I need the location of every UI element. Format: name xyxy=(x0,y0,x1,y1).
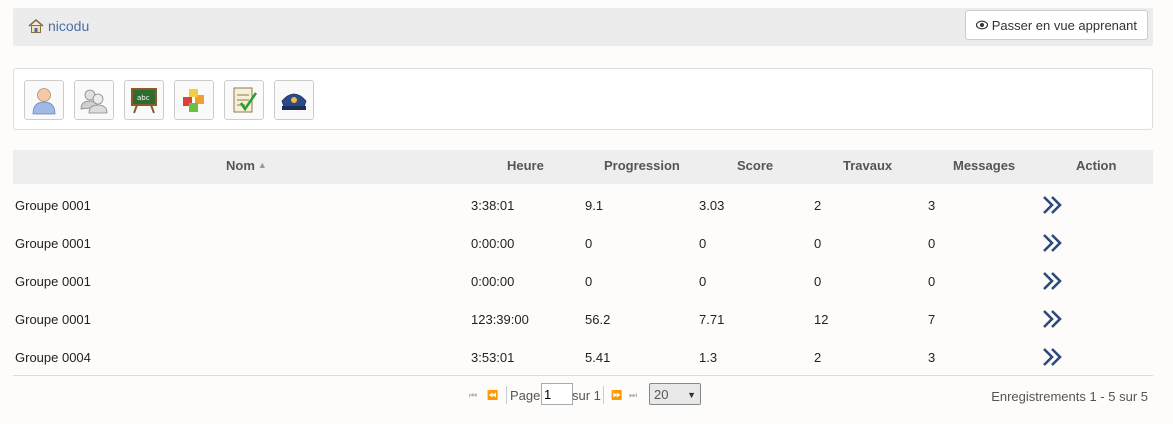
header-bar: nicodu Passer en vue apprenant xyxy=(13,8,1153,46)
learner-view-label: Passer en vue apprenant xyxy=(991,17,1137,33)
column-nom[interactable]: Nom ▲ xyxy=(226,158,267,173)
cell-nom: Groupe 0001 xyxy=(15,274,91,289)
cell-travaux: 0 xyxy=(814,274,822,289)
cell-nom: Groupe 0001 xyxy=(15,198,91,213)
column-messages[interactable]: Messages xyxy=(953,158,1015,173)
table-row: Groupe 0001 0:00:00 0 0 0 0 xyxy=(13,262,1153,300)
double-chevron-right-icon[interactable] xyxy=(1041,232,1063,254)
group-icon xyxy=(80,89,108,114)
sort-icon[interactable]: ▲ xyxy=(258,160,267,170)
column-travaux[interactable]: Travaux xyxy=(843,158,892,173)
cell-progression: 0 xyxy=(585,274,593,289)
table-row: Groupe 0001 0:00:00 0 0 0 0 xyxy=(13,224,1153,262)
double-chevron-right-icon[interactable] xyxy=(1041,308,1063,330)
user-icon xyxy=(32,88,56,115)
double-chevron-right-icon[interactable] xyxy=(1041,346,1063,368)
cell-nom: Groupe 0004 xyxy=(15,350,91,365)
next-page-icon[interactable]: ⏩ xyxy=(611,390,622,401)
cell-travaux: 2 xyxy=(814,198,822,213)
pager-divider xyxy=(603,386,604,404)
users-tool-button[interactable] xyxy=(24,80,64,120)
records-count: Enregistrements 1 - 5 sur 5 xyxy=(991,389,1148,404)
eye-icon xyxy=(975,20,988,30)
chalkboard-icon: abc xyxy=(131,88,157,114)
cell-messages: 7 xyxy=(928,312,936,327)
table-row: Groupe 0001 3:38:01 9.1 3.03 2 3 xyxy=(13,186,1153,224)
page-label: Page xyxy=(510,388,541,403)
pager-divider xyxy=(506,386,507,404)
cell-progression: 9.1 xyxy=(585,198,604,213)
cell-travaux: 12 xyxy=(814,312,829,327)
column-score[interactable]: Score xyxy=(737,158,773,173)
cell-messages: 0 xyxy=(928,274,936,289)
chevron-down-icon: ▼ xyxy=(687,390,696,400)
column-nom-label: Nom xyxy=(226,158,255,173)
cell-score: 7.71 xyxy=(699,312,725,327)
cell-travaux: 2 xyxy=(814,350,822,365)
cell-nom: Groupe 0001 xyxy=(15,312,91,327)
breadcrumb[interactable]: nicodu xyxy=(28,18,89,34)
cell-heure: 123:39:00 xyxy=(471,312,529,327)
badge-icon xyxy=(281,93,307,110)
table-row: Groupe 0004 3:53:01 5.41 1.3 2 3 xyxy=(13,338,1153,376)
rows-per-page-select[interactable]: 20 ▼ xyxy=(649,383,701,405)
cell-heure: 3:38:01 xyxy=(471,198,515,213)
first-page-icon[interactable]: ⏮ xyxy=(469,390,477,401)
cell-score: 0 xyxy=(699,274,707,289)
admin-tool-button[interactable] xyxy=(274,80,314,120)
last-page-icon[interactable]: ⏭ xyxy=(629,390,637,401)
blocks-icon xyxy=(183,89,204,112)
column-heure[interactable]: Heure xyxy=(507,158,544,173)
cell-score: 3.03 xyxy=(699,198,725,213)
toolbar: abc xyxy=(13,68,1153,130)
column-progression[interactable]: Progression xyxy=(604,158,680,173)
resources-tool-button[interactable] xyxy=(174,80,214,120)
cell-score: 0 xyxy=(699,236,707,251)
cell-messages: 0 xyxy=(928,236,936,251)
double-chevron-right-icon[interactable] xyxy=(1041,270,1063,292)
learner-view-button[interactable]: Passer en vue apprenant xyxy=(964,10,1148,40)
page-total-label: sur 1 xyxy=(572,388,601,403)
cell-progression: 0 xyxy=(585,236,593,251)
course-tool-button[interactable]: abc xyxy=(124,80,164,120)
checklist-icon xyxy=(233,87,258,113)
breadcrumb-label[interactable]: nicodu xyxy=(48,18,89,34)
assessment-tool-button[interactable] xyxy=(224,80,264,120)
column-action: Action xyxy=(1076,158,1117,173)
cell-travaux: 0 xyxy=(814,236,822,251)
pager: ⏮ ⏪ Page sur 1 ⏩ ⏭ 20 ▼ Enregistrements … xyxy=(13,375,1153,416)
page-input[interactable] xyxy=(541,383,573,405)
cell-score: 1.3 xyxy=(699,350,718,365)
table-row: Groupe 0001 123:39:00 56.2 7.71 12 7 xyxy=(13,300,1153,338)
cell-heure: 0:00:00 xyxy=(471,274,515,289)
cell-heure: 0:00:00 xyxy=(471,236,515,251)
cell-progression: 56.2 xyxy=(585,312,611,327)
double-chevron-right-icon[interactable] xyxy=(1041,194,1063,216)
home-icon xyxy=(28,18,44,33)
cell-heure: 3:53:01 xyxy=(471,350,515,365)
cell-messages: 3 xyxy=(928,350,936,365)
cell-messages: 3 xyxy=(928,198,936,213)
rows-per-page-value: 20 xyxy=(654,386,669,402)
table-header: Nom ▲ Heure Progression Score Travaux Mes… xyxy=(13,150,1153,184)
groups-tool-button[interactable] xyxy=(74,80,114,120)
cell-progression: 5.41 xyxy=(585,350,611,365)
svg-text:abc: abc xyxy=(137,94,150,102)
cell-nom: Groupe 0001 xyxy=(15,236,91,251)
prev-page-icon[interactable]: ⏪ xyxy=(487,390,498,401)
